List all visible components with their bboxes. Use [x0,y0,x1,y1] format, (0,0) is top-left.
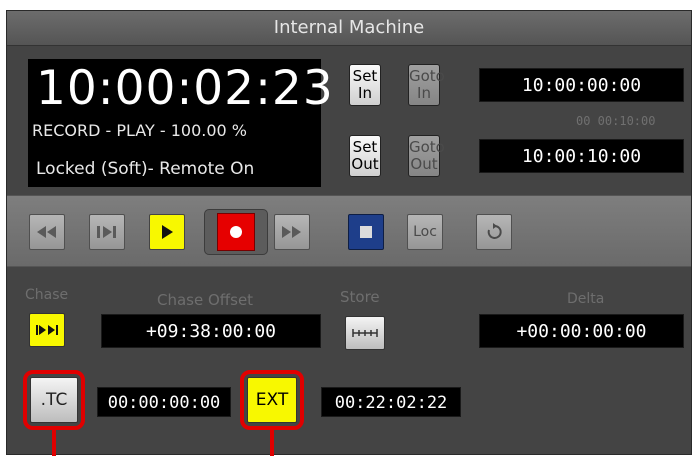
goto-out-label-line2: Out [410,155,438,173]
out-point-field[interactable]: 10:00:10:00 [479,139,684,173]
step-forward-icon [97,226,116,238]
play-button[interactable] [149,214,185,250]
timecode-display: 10:00:02:23 RECORD - PLAY - 100.00 % Loc… [28,59,333,187]
ext-source-value: 00:22:02:22 [321,387,461,417]
goto-out-label-line1: Goto [409,138,445,156]
internal-machine-panel: Internal Machine 10:00:02:23 RECORD - PL… [6,10,692,456]
ext-callout-line [270,430,274,456]
loop-icon [487,223,502,239]
lock-status: Locked (Soft)- Remote On [36,159,255,179]
locate-button[interactable]: Loc [407,214,443,250]
set-out-button[interactable]: Set Out [349,135,381,177]
stop-icon [360,226,372,238]
rewind-icon [37,226,56,238]
ext-source-button[interactable]: EXT [247,377,297,423]
fast-forward-icon [282,226,301,238]
record-button-frame[interactable] [204,209,268,255]
delta-field[interactable]: +00:00:00:00 [479,314,684,348]
transport-bar: Loc [7,195,691,267]
goto-in-button[interactable]: Goto In [408,64,445,106]
record-icon [230,226,242,238]
set-out-label-line1: Set [352,138,378,156]
tc-source-value: 00:00:00:00 [97,387,231,417]
set-in-label-line2: In [358,84,372,102]
chase-offset-field[interactable]: +09:38:00:00 [101,314,321,348]
goto-in-label-line1: Goto [409,67,445,85]
duration-readout: 00 00:10:00 [576,114,656,128]
tc-callout-line [52,430,56,456]
chase-offset-label: Chase Offset [157,291,254,309]
step-forward-button[interactable] [89,214,125,250]
tc-source-button[interactable]: .TC [30,377,78,423]
goto-in-label-line2: In [417,84,431,102]
set-out-label-line2: Out [351,155,379,173]
record-button[interactable] [217,213,255,251]
current-timecode: 10:00:02:23 [36,61,334,116]
stop-button[interactable] [348,214,384,250]
goto-out-button[interactable]: Goto Out [408,135,445,177]
store-button[interactable] [345,316,385,350]
loop-button[interactable] [476,214,512,250]
chase-icon [36,325,58,335]
fast-forward-button[interactable] [274,214,310,250]
transport-status: RECORD - PLAY - 100.00 % [32,121,247,140]
chase-label: Chase [25,287,69,303]
chase-button[interactable] [29,313,65,347]
set-in-button[interactable]: Set In [349,64,381,106]
in-point-field[interactable]: 10:00:00:00 [479,68,684,102]
set-in-label-line1: Set [352,67,378,85]
play-icon [162,225,173,239]
store-label: Store [340,288,380,306]
window-title: Internal Machine [7,11,691,46]
delta-label: Delta [567,291,605,307]
rewind-button[interactable] [29,214,65,250]
store-icon [352,329,378,337]
